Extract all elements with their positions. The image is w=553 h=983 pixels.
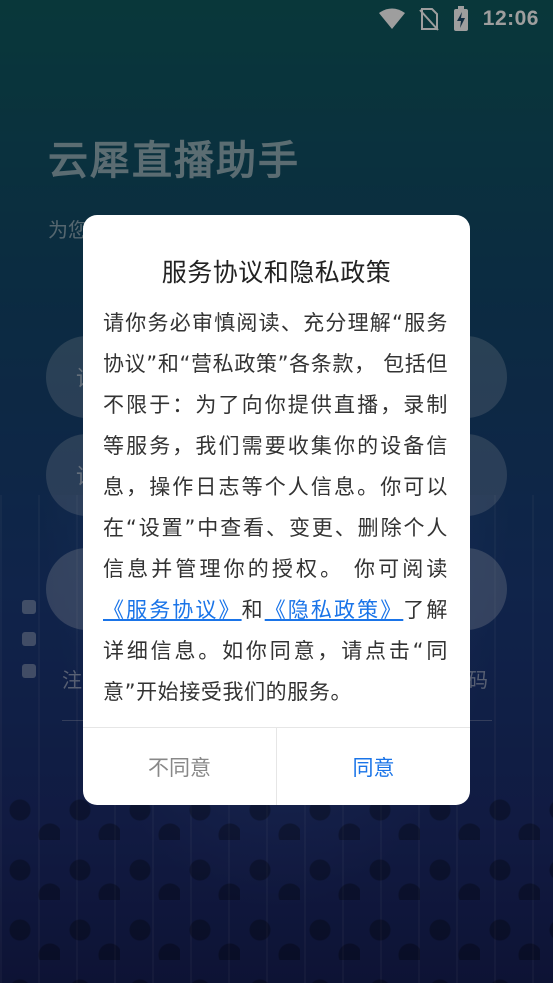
dialog-footer: 不同意 同意 [83,727,470,805]
dialog-body-and: 和 [241,598,265,622]
disagree-button[interactable]: 不同意 [83,728,277,805]
privacy-policy-link[interactable]: 《隐私政策》 [265,598,404,622]
agree-button[interactable]: 同意 [277,728,470,805]
service-agreement-link[interactable]: 《服务协议》 [103,598,242,622]
dialog-body-text: 请你务必审慎阅读、充分理解“服务协议”和“营私政策”各条款， 包括但不限于：为了… [103,311,448,581]
dialog-title: 服务协议和隐私政策 [161,258,392,287]
dialog-body: 请你务必审慎阅读、充分理解“服务协议”和“营私政策”各条款， 包括但不限于：为了… [103,303,448,713]
privacy-dialog: 服务协议和隐私政策 请你务必审慎阅读、充分理解“服务协议”和“营私政策”各条款，… [83,215,470,805]
